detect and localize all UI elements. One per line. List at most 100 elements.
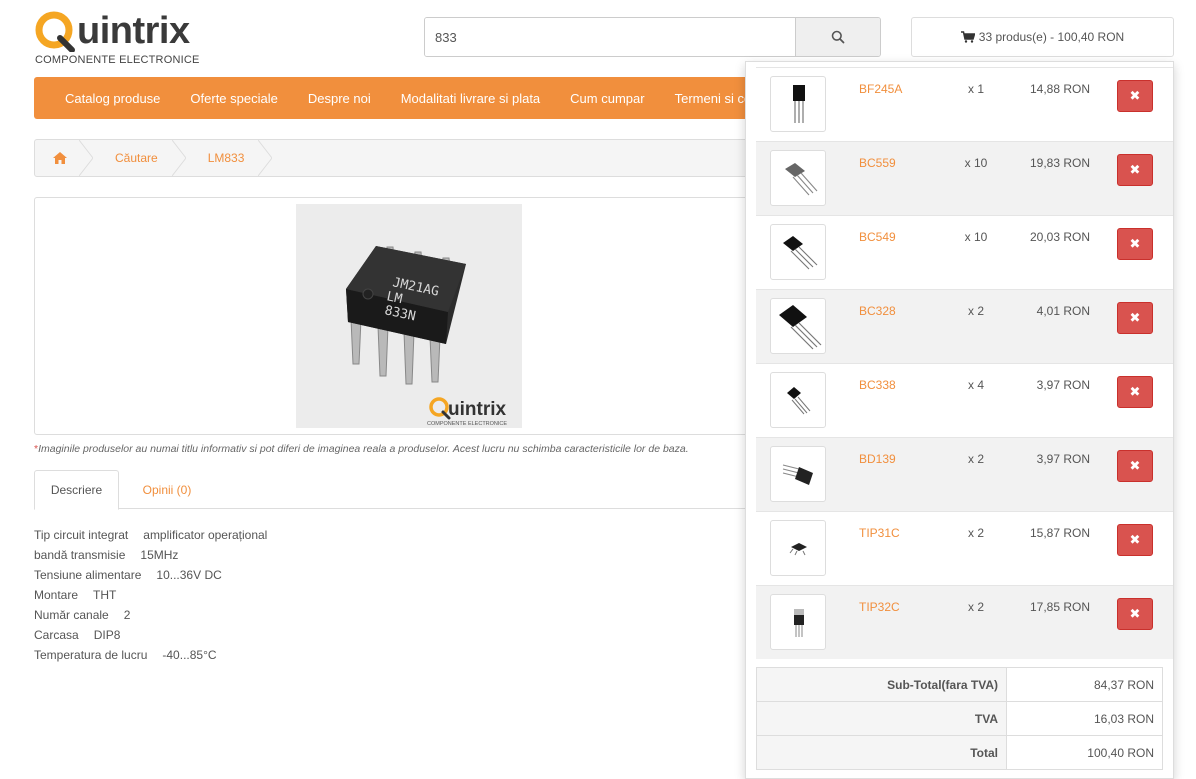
cart-item: TIP32C x 2 17,85 RON ✖	[756, 585, 1173, 659]
product-image[interactable]: JM21AG LM 833N uintrix COMPONENTE ELECTR…	[296, 204, 522, 428]
total-label: Total	[756, 735, 1007, 770]
remove-item-button[interactable]: ✖	[1117, 302, 1153, 334]
cart-item-thumbnail[interactable]	[770, 372, 826, 428]
logo-tagline: COMPONENTE ELECTRONICE	[35, 54, 200, 66]
cart-item-name[interactable]: BC328	[859, 304, 896, 318]
remove-icon: ✖	[1129, 532, 1141, 547]
spec-label: Carcasa	[34, 628, 79, 642]
vat-value: 16,03 RON	[1006, 701, 1163, 736]
product-tabs: Descriere Opinii (0)	[34, 470, 794, 510]
cart-item-price: 20,03 RON	[1029, 230, 1090, 244]
cart-item-thumbnail[interactable]	[770, 298, 826, 354]
cart-item-price: 4,01 RON	[1036, 304, 1090, 318]
vat-row: TVA 16,03 RON	[756, 701, 1163, 736]
breadcrumb-product-label: LM833	[207, 151, 245, 165]
spec-row: Carcasa DIP8	[34, 625, 267, 645]
cart-item-price: 14,88 RON	[1029, 82, 1090, 96]
remove-item-button[interactable]: ✖	[1117, 598, 1153, 630]
cart-item-thumbnail[interactable]	[770, 76, 826, 132]
cart-dropdown: BF245A x 1 14,88 RON ✖ BC559 x 10 19,83 …	[745, 61, 1174, 779]
cart-item-name[interactable]: BC549	[859, 230, 896, 244]
cart-item: BC338 x 4 3,97 RON ✖	[756, 363, 1173, 437]
cart-item-price: 15,87 RON	[1029, 526, 1090, 540]
cart-item-name[interactable]: BF245A	[859, 82, 902, 96]
spec-row: Tip circuit integrat amplificator operați…	[34, 525, 267, 545]
cart-item-name[interactable]: TIP31C	[859, 526, 900, 540]
remove-item-button[interactable]: ✖	[1117, 376, 1153, 408]
cart-item-thumbnail[interactable]	[770, 150, 826, 206]
cart-item: BC559 x 10 19,83 RON ✖	[756, 141, 1173, 215]
spec-value: 10...36V DC	[156, 568, 222, 582]
cart-item-name[interactable]: BC338	[859, 378, 896, 392]
nav-item-offers[interactable]: Oferte speciale	[175, 91, 292, 106]
spec-value: DIP8	[93, 628, 121, 642]
cart-item: BC549 x 10 20,03 RON ✖	[756, 215, 1173, 289]
logo-q-icon	[35, 11, 75, 52]
product-specs: Tip circuit integrat amplificator operați…	[34, 525, 267, 665]
remove-icon: ✖	[1129, 236, 1141, 251]
subtotal-label: Sub-Total(fara TVA)	[756, 667, 1007, 702]
watermark-logo-text: uintrix	[448, 399, 506, 420]
spec-row: Număr canale 2	[34, 605, 267, 625]
cart-item-name[interactable]: BC559	[859, 156, 896, 170]
cart-item: BF245A x 1 14,88 RON ✖	[756, 67, 1173, 141]
breadcrumb-separator	[171, 140, 186, 176]
nav-item-how-to-buy[interactable]: Cum cumpar	[555, 91, 659, 106]
cart-item-name[interactable]: BD139	[859, 452, 896, 466]
remove-icon: ✖	[1129, 88, 1141, 103]
spec-row: Temperatura de lucru -40...85°C	[34, 645, 267, 665]
cart-item-thumbnail[interactable]	[770, 446, 826, 502]
remove-item-button[interactable]: ✖	[1117, 80, 1153, 112]
cart-summary: 33 produs(e) - 100,40 RON	[978, 30, 1125, 44]
breadcrumb-search[interactable]: Căutare	[93, 140, 186, 176]
spec-value: -40...85°C	[162, 648, 217, 662]
cart-item-thumbnail[interactable]	[770, 224, 826, 280]
spec-value: THT	[93, 588, 117, 602]
spec-value: 2	[123, 608, 131, 622]
remove-item-button[interactable]: ✖	[1117, 450, 1153, 482]
remove-item-button[interactable]: ✖	[1117, 228, 1153, 260]
tab-description[interactable]: Descriere	[34, 470, 119, 510]
cart-item-price: 17,85 RON	[1029, 600, 1090, 614]
cart-item-price: 3,97 RON	[1036, 378, 1090, 392]
lm833-chip-illustration: JM21AG LM 833N uintrix COMPONENTE ELECTR…	[296, 204, 522, 428]
subtotal-row: Sub-Total(fara TVA) 84,37 RON	[756, 667, 1163, 702]
cart-item-qty: x 4	[967, 378, 984, 392]
search-bar	[424, 17, 881, 57]
remove-item-button[interactable]: ✖	[1117, 154, 1153, 186]
cart-totals-table: Sub-Total(fara TVA) 84,37 RON TVA 16,03 …	[756, 667, 1163, 770]
tab-reviews[interactable]: Opinii (0)	[122, 470, 212, 509]
cart-item-thumbnail[interactable]	[770, 594, 826, 650]
remove-item-button[interactable]: ✖	[1117, 524, 1153, 556]
cart-item-qty: x 2	[967, 304, 984, 318]
breadcrumb-home[interactable]	[35, 140, 93, 176]
nav-item-about[interactable]: Despre noi	[293, 91, 386, 106]
search-button[interactable]	[795, 18, 880, 56]
cart-button[interactable]: 33 produs(e) - 100,40 RON	[911, 17, 1174, 57]
nav-item-catalog[interactable]: Catalog produse	[34, 91, 175, 106]
spec-label: Montare	[34, 588, 79, 602]
cart-item-thumbnail[interactable]	[770, 520, 826, 576]
remove-icon: ✖	[1129, 162, 1141, 177]
cart-item-qty: x 10	[964, 156, 988, 170]
breadcrumb-search-label: Căutare	[115, 151, 158, 165]
cart-item-qty: x 10	[964, 230, 988, 244]
logo-text: uintrix	[77, 10, 190, 52]
breadcrumb-product[interactable]: LM833	[186, 140, 273, 176]
breadcrumb: Căutare LM833	[34, 139, 794, 177]
cart-item-name[interactable]: TIP32C	[859, 600, 900, 614]
spec-label: Număr canale	[34, 608, 109, 622]
cart-item: BD139 x 2 3,97 RON ✖	[756, 437, 1173, 511]
cart-item: TIP31C x 2 15,87 RON ✖	[756, 511, 1173, 585]
search-input[interactable]	[425, 18, 795, 56]
remove-icon: ✖	[1129, 310, 1141, 325]
breadcrumb-separator	[258, 140, 273, 176]
cart-item-price: 3,97 RON	[1036, 452, 1090, 466]
product-image-box: JM21AG LM 833N uintrix COMPONENTE ELECTR…	[34, 197, 794, 435]
site-logo[interactable]: uintrix COMPONENTE ELECTRONICE	[34, 8, 214, 68]
total-row: Total 100,40 RON	[756, 735, 1163, 770]
nav-item-delivery[interactable]: Modalitati livrare si plata	[386, 91, 555, 106]
spec-label: Temperatura de lucru	[34, 648, 148, 662]
search-icon	[831, 30, 845, 44]
cart-item-qty: x 2	[967, 452, 984, 466]
